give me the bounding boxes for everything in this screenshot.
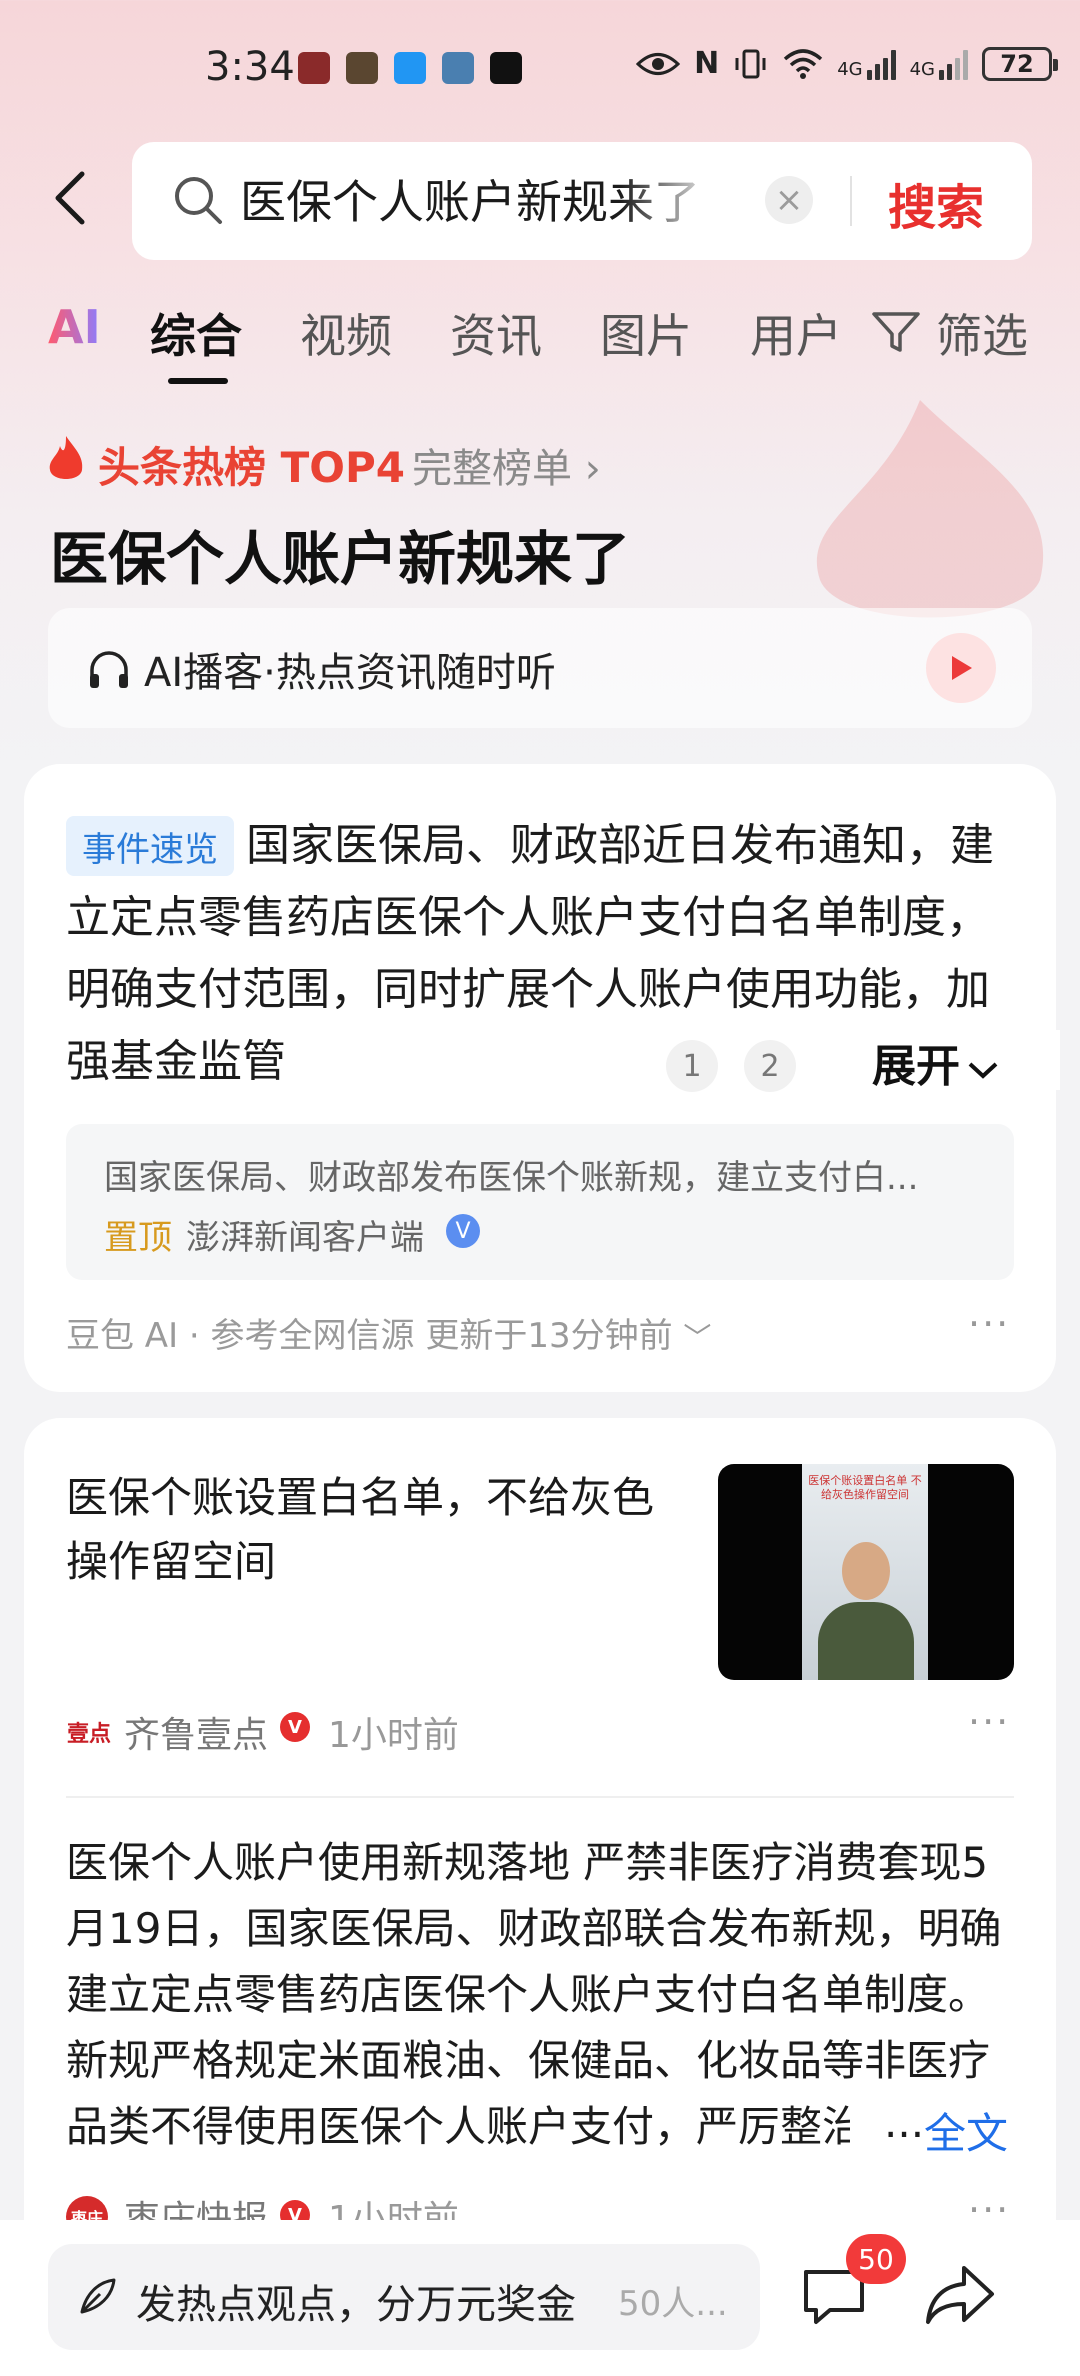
status-indicators: N 4G 4G 72 — [636, 46, 1080, 81]
expand-label: 展开 — [872, 1041, 960, 1092]
filter-icon[interactable] — [870, 306, 922, 358]
expand-button[interactable]: 展开 — [872, 1030, 1000, 1094]
shield-app-icon — [346, 52, 378, 84]
arrow-app-icon — [394, 52, 426, 84]
news-title[interactable]: 医保个账设置白名单，不给灰色操作留空间 — [66, 1466, 666, 1594]
hot-rank-label[interactable]: 头条热榜 TOP4 — [98, 434, 405, 495]
news-time: 1小时前 — [328, 1715, 459, 1756]
ellipsis: ... — [884, 2098, 925, 2147]
tab-news[interactable]: 资讯 — [450, 300, 542, 366]
pinned-label: 置顶 — [104, 1218, 172, 1258]
search-divider — [850, 176, 852, 226]
news-video-thumbnail[interactable]: 医保个账设置白名单 不给灰色操作留空间 — [718, 1464, 1014, 1680]
tab-video[interactable]: 视频 — [300, 300, 392, 366]
full-ranking-link[interactable]: 完整榜单 › — [412, 436, 601, 494]
share-icon[interactable] — [924, 2262, 996, 2328]
play-icon — [952, 656, 972, 680]
ai-attribution-text: 豆包 AI · 参考全网信源 更新于13分钟前 — [66, 1316, 673, 1356]
clear-icon[interactable]: × — [765, 176, 813, 224]
thumbnail-person-body — [818, 1602, 914, 1680]
full-text-link[interactable]: 全文 — [924, 2100, 1008, 2161]
source-name: 澎湃新闻客户端 — [186, 1218, 424, 1258]
status-bar: 3:34 N 4G 4G 72 — [0, 0, 1080, 120]
comment-count-badge: 50 — [846, 2234, 906, 2284]
chevron-down-icon: ﹀ — [683, 1321, 712, 1354]
podcast-label: AI播客·热点资讯随时听 — [144, 650, 556, 696]
chevron-down-icon — [968, 1062, 998, 1079]
tab-images[interactable]: 图片 — [600, 300, 692, 366]
battery-indicator: 72 — [982, 46, 1058, 81]
flame-icon — [49, 436, 83, 479]
filter-button[interactable]: 筛选 — [936, 300, 1028, 366]
thumbnail-caption: 医保个账设置白名单 不给灰色操作留空间 — [808, 1474, 922, 1501]
tab-bar: AI 综合 视频 资讯 图片 用户 筛选 — [0, 300, 1080, 380]
pen-icon — [80, 2278, 116, 2314]
back-arrow-icon[interactable] — [44, 168, 104, 228]
nfc-icon: N — [694, 46, 720, 81]
verified-icon: V — [280, 1712, 310, 1742]
comment-prompt: 发热点观点，分万元奖金 — [136, 2282, 576, 2328]
thumbnail-person-head — [842, 1542, 890, 1600]
play-button[interactable] — [926, 633, 996, 703]
signal-1-icon: 4G — [837, 48, 896, 80]
more-options-icon[interactable]: ··· — [968, 1700, 1010, 1744]
source-article-title[interactable]: 国家医保局、财政部发布医保个账新规，建立支付白... — [104, 1150, 918, 1199]
eye-icon — [636, 52, 681, 75]
verified-icon: V — [446, 1214, 480, 1248]
news-source[interactable]: 齐鲁壹点 — [124, 1706, 268, 1758]
tab-comprehensive[interactable]: 综合 — [150, 300, 242, 366]
ai-attribution[interactable]: 豆包 AI · 参考全网信源 更新于13分钟前 ﹀ — [66, 1308, 711, 1357]
more-options-icon[interactable]: ··· — [968, 1302, 1010, 1346]
app-notification-icon — [298, 52, 330, 84]
wifi-icon — [784, 48, 823, 79]
comment-participants: 50人... — [618, 2284, 728, 2324]
news-divider — [66, 1796, 1014, 1798]
tab-ai[interactable]: AI — [48, 300, 101, 354]
reference-1[interactable]: 1 — [666, 1040, 718, 1092]
decorative-flame-icon — [816, 400, 1044, 618]
active-tab-indicator — [168, 378, 228, 384]
signal-2-icon: 4G — [910, 48, 968, 80]
status-time: 3:34 — [205, 44, 295, 90]
qilu-logo-icon: 壹点 — [66, 1722, 111, 1747]
event-tag: 事件速览 — [66, 816, 234, 876]
globe-app-icon — [442, 52, 474, 84]
tab-users[interactable]: 用户 — [750, 300, 842, 366]
vibrate-icon — [735, 49, 766, 78]
hot-topic-title: 医保个人账户新规来了 — [50, 525, 631, 593]
search-text-fade — [620, 160, 720, 240]
reference-2[interactable]: 2 — [744, 1040, 796, 1092]
search-button[interactable]: 搜索 — [888, 168, 984, 238]
headphones-icon — [90, 651, 128, 688]
tiktok-app-icon — [490, 52, 522, 84]
search-icon — [175, 177, 222, 224]
